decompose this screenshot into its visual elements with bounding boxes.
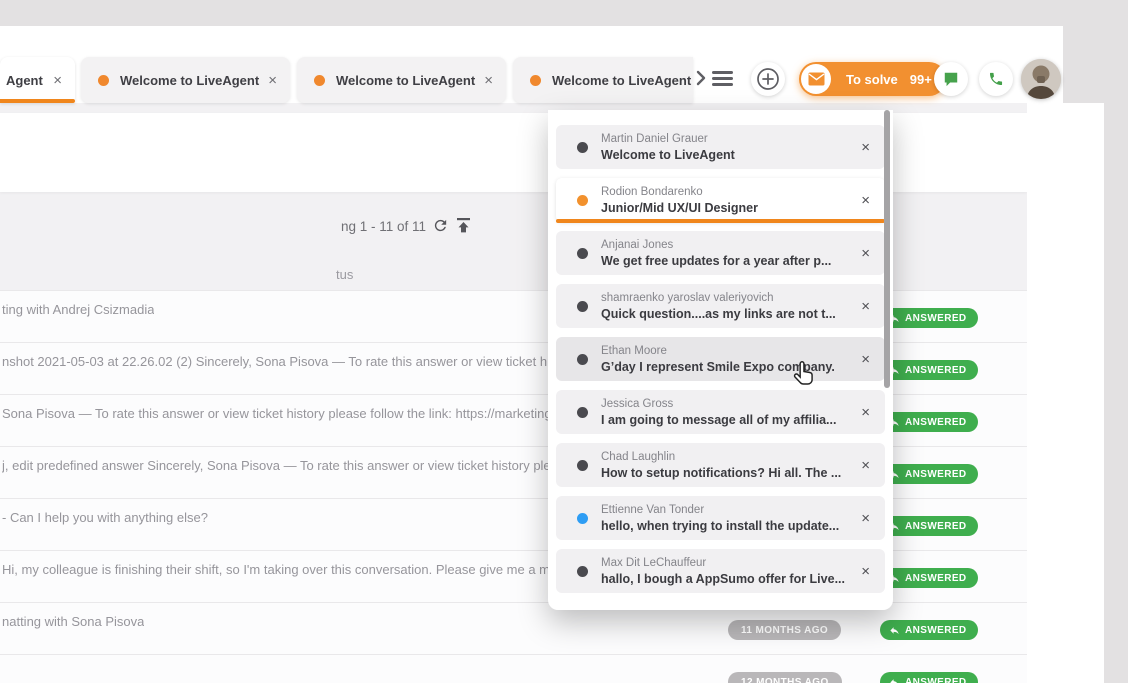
close-icon[interactable]: × [861, 511, 870, 526]
ticket-preview: ting with Andrej Csizmadia [2, 302, 154, 317]
envelope-icon [801, 64, 831, 94]
status-badge: ANSWERED [880, 360, 978, 380]
status-badge: ANSWERED [880, 568, 978, 588]
dropdown-ticket-item[interactable]: Anjanai JonesWe get free updates for a y… [556, 231, 885, 275]
ticket-status-icon [577, 407, 588, 418]
ticket-row[interactable]: 12 MONTHS AGO ANSWERED [0, 654, 1027, 683]
dropdown-ticket-item[interactable]: Ettienne Van Tonderhello, when trying to… [556, 496, 885, 540]
ticket-status-icon [98, 75, 109, 86]
to-solve-count: 99+ [910, 72, 932, 87]
status-badge: ANSWERED [880, 464, 978, 484]
dropdown-ticket-item[interactable]: shamraenko yaroslav valeriyovichQuick qu… [556, 284, 885, 328]
tab-welcome-2[interactable]: Welcome to LiveAgent × [297, 57, 506, 103]
close-icon[interactable]: × [484, 73, 493, 88]
customer-name: Max Dit LeChauffeur [601, 556, 845, 571]
customer-name: Martin Daniel Grauer [601, 132, 735, 147]
ticket-preview: - Can I help you with anything else? [2, 510, 208, 525]
phone-button[interactable] [979, 62, 1013, 96]
ticket-preview: nshot 2021-05-03 at 22.26.02 (2) Sincere… [2, 354, 556, 369]
close-icon[interactable]: × [861, 405, 870, 420]
customer-name: Ettienne Van Tonder [601, 503, 839, 518]
ticket-subject: We get free updates for a year after p..… [601, 253, 831, 269]
avatar[interactable] [1021, 59, 1061, 99]
chevron-right-icon[interactable] [693, 69, 709, 92]
close-icon[interactable]: × [53, 73, 62, 88]
ticket-preview: Sona Pisova — To rate this answer or vie… [2, 406, 552, 421]
ticket-status-icon [314, 75, 325, 86]
to-solve-button[interactable]: To solve 99+ [799, 62, 946, 96]
dropdown-ticket-item-hovered[interactable]: Ethan MooreG’day I represent Smile Expo … [556, 337, 885, 381]
customer-name: Chad Laughlin [601, 450, 841, 465]
time-badge: 12 MONTHS AGO [728, 672, 842, 683]
ticket-status-icon [577, 248, 588, 259]
tab-welcome-1[interactable]: Welcome to LiveAgent × [81, 57, 290, 103]
tab-label: Agent [6, 73, 43, 88]
chat-button[interactable] [934, 62, 968, 96]
desktop-background [1063, 0, 1104, 103]
customer-name: Anjanai Jones [601, 238, 831, 253]
customer-name: Ethan Moore [601, 344, 835, 359]
dropdown-ticket-item[interactable]: Jessica GrossI am going to message all o… [556, 390, 885, 434]
refresh-icon[interactable] [432, 217, 449, 239]
status-badge: ANSWERED [880, 672, 978, 683]
close-icon[interactable]: × [861, 193, 870, 208]
tab-label: Welcome to LiveAgent [552, 73, 691, 88]
menu-icon[interactable] [712, 71, 733, 90]
tab-label: Welcome to LiveAgent [120, 73, 259, 88]
ticket-subject: How to setup notifications? Hi all. The … [601, 465, 841, 481]
status-badge: ANSWERED [880, 412, 978, 432]
ticket-status-icon [577, 195, 588, 206]
close-icon[interactable]: × [861, 246, 870, 261]
ticket-status-icon [577, 142, 588, 153]
ticket-status-icon [577, 566, 588, 577]
add-ticket-button[interactable] [751, 62, 785, 96]
to-solve-label: To solve [846, 72, 898, 87]
ticket-status-icon [577, 301, 588, 312]
dropdown-ticket-item[interactable]: Martin Daniel GrauerWelcome to LiveAgent… [556, 125, 885, 169]
close-icon[interactable]: × [861, 458, 870, 473]
status-badge: ANSWERED [880, 620, 978, 640]
close-icon[interactable]: × [268, 73, 277, 88]
tab-agent[interactable]: Agent × [0, 57, 75, 103]
ticket-subject: Quick question....as my links are not t.… [601, 306, 836, 322]
pagination-label: ng 1 - 11 of 11 [341, 219, 426, 234]
scroll-top-icon[interactable] [456, 217, 471, 239]
customer-name: Rodion Bondarenko [601, 185, 758, 200]
tab-welcome-3[interactable]: Welcome to LiveAgent [513, 57, 693, 103]
close-icon[interactable]: × [861, 564, 870, 579]
ticket-subject: hallo, I bough a AppSumo offer for Live.… [601, 571, 845, 587]
ticket-preview: Hi, my colleague is finishing their shif… [2, 562, 550, 577]
ticket-status-icon [577, 513, 588, 524]
ticket-status-icon [577, 354, 588, 365]
customer-name: shamraenko yaroslav valeriyovich [601, 291, 836, 306]
dropdown-ticket-item[interactable]: Max Dit LeChauffeurhallo, I bough a AppS… [556, 549, 885, 593]
open-tickets-dropdown: Martin Daniel GrauerWelcome to LiveAgent… [548, 110, 893, 610]
active-tab-indicator [0, 99, 75, 103]
status-column-header: tus [336, 267, 353, 282]
dropdown-ticket-item[interactable]: Chad LaughlinHow to setup notifications?… [556, 443, 885, 487]
close-icon[interactable]: × [861, 352, 870, 367]
scrollbar-thumb[interactable] [884, 110, 890, 388]
time-badge: 11 MONTHS AGO [728, 620, 841, 640]
ticket-status-icon [577, 460, 588, 471]
status-badge: ANSWERED [880, 516, 978, 536]
status-badge: ANSWERED [880, 308, 978, 328]
ticket-preview: j, edit predefined answer Sincerely, Son… [2, 458, 558, 473]
ticket-status-icon [530, 75, 541, 86]
ticket-preview: natting with Sona Pisova [2, 614, 144, 629]
tab-label: Welcome to LiveAgent [336, 73, 475, 88]
dropdown-ticket-item-active[interactable]: Rodion BondarenkoJunior/Mid UX/UI Design… [556, 178, 885, 222]
ticket-subject: hello, when trying to install the update… [601, 518, 839, 534]
hand-cursor-icon [791, 360, 818, 394]
ticket-subject: Welcome to LiveAgent [601, 147, 735, 163]
ticket-subject: I am going to message all of my affilia.… [601, 412, 836, 428]
ticket-subject: Junior/Mid UX/UI Designer [601, 200, 758, 216]
close-icon[interactable]: × [861, 140, 870, 155]
close-icon[interactable]: × [861, 299, 870, 314]
customer-name: Jessica Gross [601, 397, 836, 412]
liveagent-screen: Agent × Welcome to LiveAgent × Welcome t… [0, 0, 1128, 683]
